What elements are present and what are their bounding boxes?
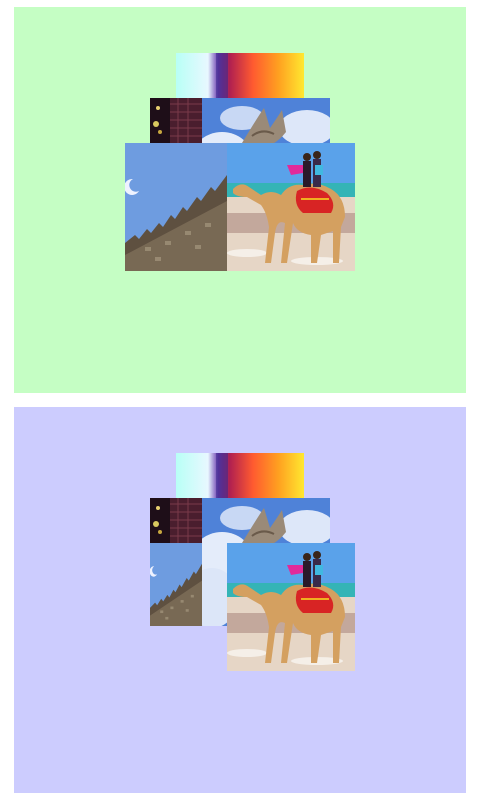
dark-image [150, 98, 202, 143]
castle-image [125, 143, 227, 271]
image-stack [14, 7, 466, 393]
gradient-image [176, 453, 304, 498]
dark-image [150, 498, 202, 543]
image-stack [14, 407, 466, 793]
gradient-image [176, 53, 304, 98]
camel-image [227, 143, 355, 271]
camel-image [227, 543, 355, 671]
bottom-panel [14, 407, 466, 793]
top-panel [14, 7, 466, 393]
castle-image [150, 543, 202, 626]
